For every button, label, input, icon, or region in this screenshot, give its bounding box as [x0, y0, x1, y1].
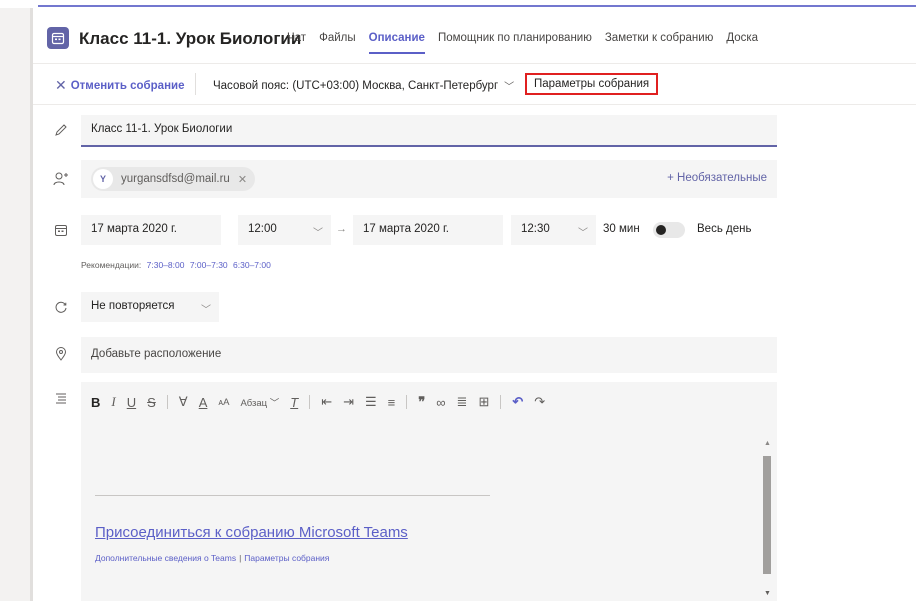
- start-date-picker[interactable]: 17 марта 2020 г.: [81, 215, 221, 245]
- decrease-indent-icon[interactable]: ⇤: [321, 394, 332, 410]
- start-date-value: 17 марта 2020 г.: [91, 223, 177, 235]
- strikethrough-icon[interactable]: S: [147, 395, 156, 410]
- start-time-dropdown[interactable]: 12:00 ﹀: [238, 215, 331, 245]
- meeting-title-value: Класс 11-1. Урок Биологии: [91, 123, 233, 135]
- numbered-list-icon[interactable]: ≡: [388, 395, 396, 410]
- font-size-icon[interactable]: ᴀA: [218, 397, 229, 408]
- end-date-picker[interactable]: 17 марта 2020 г.: [353, 215, 503, 245]
- join-teams-meeting-link[interactable]: Присоединиться к собранию Microsoft Team…: [95, 524, 408, 541]
- end-date-value: 17 марта 2020 г.: [363, 223, 449, 235]
- recommendation-slot[interactable]: 7:30–8:00: [147, 260, 185, 270]
- highlight-icon[interactable]: ∀: [179, 394, 188, 410]
- content-divider: [95, 495, 490, 496]
- recommendation-slot[interactable]: 6:30–7:00: [233, 260, 271, 270]
- location-input[interactable]: Добавьте расположение: [81, 337, 777, 373]
- chevron-down-icon: ﹀: [313, 228, 323, 239]
- toolbar-divider: [500, 395, 502, 409]
- scroll-down-icon[interactable]: ▼: [764, 590, 771, 597]
- tab-whiteboard[interactable]: Доска: [726, 32, 758, 44]
- scrollbar-thumb[interactable]: [763, 456, 771, 574]
- close-icon: ✕: [55, 77, 67, 93]
- meeting-sublinks: Дополнительные сведения о Teams | Параметр…: [95, 553, 329, 563]
- meeting-options-button[interactable]: Параметры собрания: [525, 73, 659, 95]
- window-top-edge: [0, 0, 916, 8]
- arrow-right-icon: →: [336, 223, 347, 235]
- avatar: Y: [93, 169, 113, 189]
- attendee-chip: Y yurgansdfsd@mail.ru ✕: [91, 167, 256, 191]
- all-day-label: Весь день: [697, 223, 752, 235]
- redo-icon[interactable]: ↷: [534, 394, 545, 410]
- format-toolbar: B I U S ∀ A ᴀA Абзац ﹀ T ⇤ ⇥ ☰ ≡ ❞ ∞ ≣ ⊞…: [91, 394, 556, 410]
- page-title: Класс 11-1. Урок Биологии: [79, 29, 302, 48]
- pencil-icon: [51, 120, 71, 140]
- location-icon: [51, 344, 71, 364]
- recommendation-slot[interactable]: 7:00–7:30: [190, 260, 228, 270]
- editor-scrollbar[interactable]: ▲ ▼: [761, 440, 773, 600]
- font-color-icon[interactable]: A: [199, 395, 208, 410]
- start-time-value: 12:00: [248, 223, 277, 235]
- tab-meeting-notes[interactable]: Заметки к собранию: [605, 32, 713, 44]
- underline-icon[interactable]: U: [127, 395, 136, 410]
- learn-more-teams-link[interactable]: Дополнительные сведения о Teams: [95, 553, 236, 563]
- tab-details[interactable]: Описание: [368, 32, 426, 54]
- tab-bar: Чат Файлы Описание Помощник по планирова…: [287, 32, 771, 54]
- calendar-date-icon: [51, 220, 71, 240]
- bold-icon[interactable]: B: [91, 395, 100, 410]
- all-day-toggle[interactable]: [653, 222, 685, 238]
- attendees-input[interactable]: Y yurgansdfsd@mail.ru ✕ + Необязательные: [81, 160, 777, 198]
- cancel-meeting-label: Отменить собрание: [70, 79, 185, 92]
- tab-files[interactable]: Файлы: [319, 32, 356, 44]
- meeting-title-input[interactable]: Класс 11-1. Урок Биологии: [81, 115, 777, 147]
- chevron-down-icon: ﹀: [578, 228, 588, 239]
- end-time-dropdown[interactable]: 12:30 ﹀: [511, 215, 596, 245]
- horizontal-rule-icon[interactable]: ≣: [457, 394, 468, 410]
- increase-indent-icon[interactable]: ⇥: [343, 394, 354, 410]
- cancel-meeting-button[interactable]: ✕ Отменить собрание: [55, 77, 184, 94]
- link-separator: |: [239, 553, 242, 563]
- attendee-email: yurgansdfsd@mail.ru: [121, 173, 230, 185]
- paragraph-dropdown[interactable]: Абзац ﹀: [240, 395, 279, 409]
- meeting-header: Класс 11-1. Урок Биологии Чат Файлы Опис…: [33, 8, 916, 64]
- timezone-label: Часовой пояс: (UTC+03:00) Москва, Санкт-…: [213, 79, 499, 92]
- paragraph-label: Абзац: [240, 398, 268, 409]
- description-list-icon: [51, 388, 71, 408]
- table-icon[interactable]: ⊞: [478, 394, 489, 410]
- scroll-up-icon[interactable]: ▲: [764, 440, 771, 447]
- duration-label: 30 мин: [603, 223, 640, 235]
- add-person-icon: [51, 169, 71, 189]
- chevron-down-icon: ﹀: [504, 82, 515, 93]
- toolbar-divider: [166, 395, 168, 409]
- timezone-dropdown[interactable]: Часовой пояс: (UTC+03:00) Москва, Санкт-…: [213, 78, 515, 94]
- end-time-value: 12:30: [521, 223, 550, 235]
- clear-formatting-icon[interactable]: T: [290, 395, 298, 410]
- toolbar-divider: [309, 395, 311, 409]
- chevron-down-icon: ﹀: [201, 305, 211, 316]
- calendar-icon: [47, 27, 69, 49]
- repeat-icon: [51, 297, 71, 317]
- location-placeholder: Добавьте расположение: [91, 348, 222, 360]
- undo-icon[interactable]: ↶: [512, 394, 523, 410]
- time-recommendations: Рекомендации: 7:30–8:00 7:00–7:30 6:30–7…: [81, 260, 271, 270]
- remove-attendee-icon[interactable]: ✕: [238, 173, 247, 186]
- quote-icon[interactable]: ❞: [418, 394, 425, 410]
- toolbar-divider: [406, 395, 408, 409]
- description-editor[interactable]: B I U S ∀ A ᴀA Абзац ﹀ T ⇤ ⇥ ☰ ≡ ❞ ∞ ≣ ⊞…: [81, 382, 777, 601]
- recommendations-label: Рекомендации:: [81, 260, 142, 270]
- repeat-value: Не повторяется: [91, 300, 175, 312]
- tab-chat[interactable]: Чат: [287, 32, 306, 44]
- italic-icon[interactable]: I: [111, 394, 115, 410]
- toolbar-divider: [195, 73, 196, 95]
- meeting-toolbar: ✕ Отменить собрание Часовой пояс: (UTC+0…: [33, 64, 916, 105]
- link-icon[interactable]: ∞: [436, 395, 445, 410]
- tab-scheduling-assistant[interactable]: Помощник по планированию: [438, 32, 592, 44]
- repeat-dropdown[interactable]: Не повторяется ﹀: [81, 292, 219, 322]
- add-optional-attendees-link[interactable]: + Необязательные: [667, 172, 767, 184]
- meeting-options-link[interactable]: Параметры собрания: [244, 553, 329, 563]
- bulleted-list-icon[interactable]: ☰: [365, 394, 377, 410]
- meeting-window: Класс 11-1. Урок Биологии Чат Файлы Опис…: [33, 8, 916, 601]
